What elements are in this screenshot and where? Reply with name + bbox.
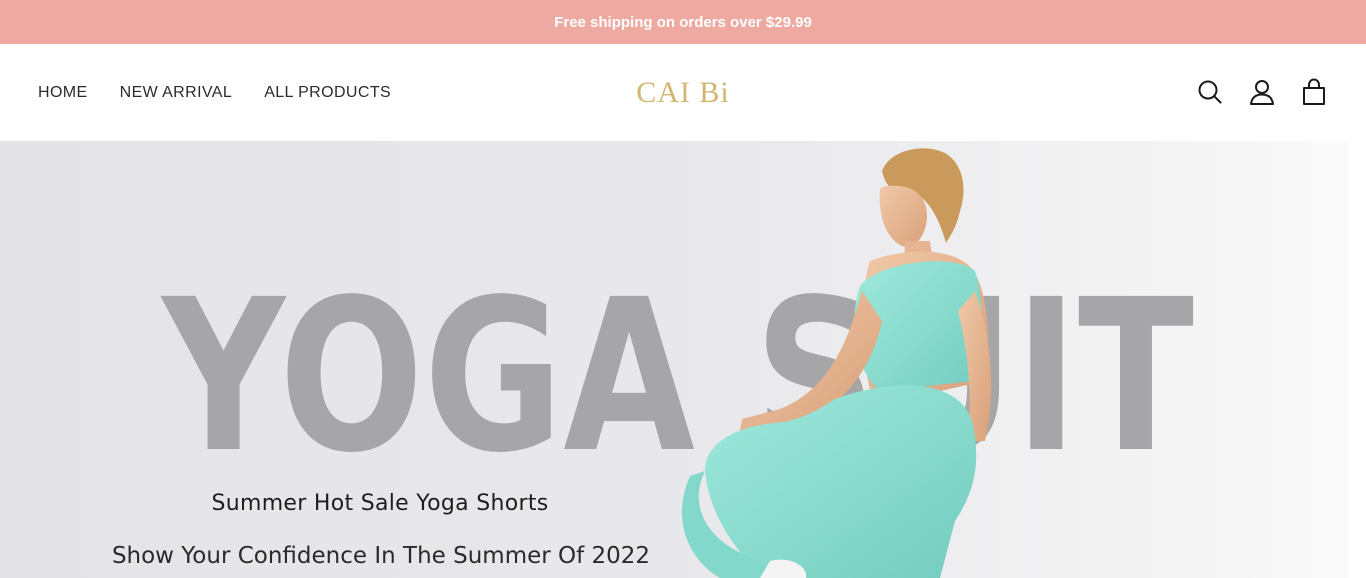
site-logo[interactable]: CAI Bi xyxy=(583,44,783,141)
site-header: HOME NEW ARRIVAL ALL PRODUCTS CAI Bi xyxy=(0,44,1366,141)
search-button[interactable] xyxy=(1192,74,1228,110)
page-scrollbar[interactable] xyxy=(1349,141,1366,578)
header-actions xyxy=(1192,74,1332,110)
account-button[interactable] xyxy=(1244,74,1280,110)
hero-banner[interactable]: YOGA SUIT Summer Hot Sale Yoga Shorts Sh… xyxy=(0,141,1349,578)
cart-icon xyxy=(1303,78,1325,105)
search-icon xyxy=(1198,80,1222,104)
announcement-bar: Free shipping on orders over $29.99 xyxy=(0,0,1366,44)
nav-new-arrival[interactable]: NEW ARRIVAL xyxy=(120,84,233,102)
nav-all-products[interactable]: ALL PRODUCTS xyxy=(264,84,391,102)
nav-home[interactable]: HOME xyxy=(38,84,88,102)
main-nav: HOME NEW ARRIVAL ALL PRODUCTS xyxy=(38,44,423,141)
hero-subtitle: Show Your Confidence In The Summer Of 20… xyxy=(111,543,651,569)
announcement-text: Free shipping on orders over $29.99 xyxy=(554,13,812,31)
cart-button[interactable] xyxy=(1296,74,1332,110)
hero-title: Summer Hot Sale Yoga Shorts xyxy=(211,491,549,516)
account-icon xyxy=(1250,80,1274,105)
